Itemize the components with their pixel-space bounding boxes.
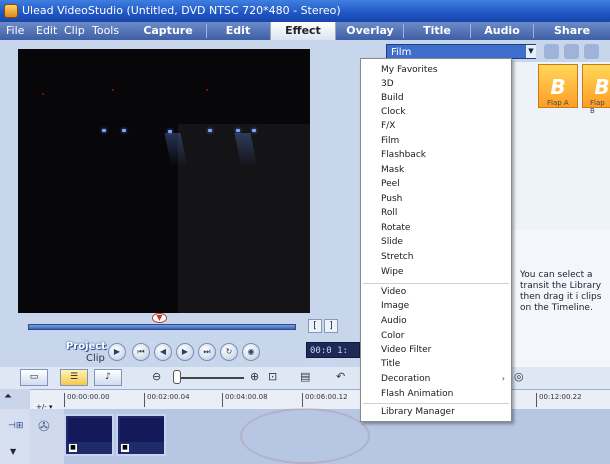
- timeline-clip[interactable]: ■: [116, 414, 166, 456]
- tab-title[interactable]: Title: [404, 22, 470, 40]
- ruler-tick: 00:04:00.08: [222, 393, 268, 407]
- dropdown-item[interactable]: Rotate: [381, 221, 511, 235]
- clip-badge-icon: ■: [69, 444, 77, 452]
- timeline-view-button[interactable]: ☰: [60, 369, 88, 386]
- tab-edit[interactable]: Edit: [207, 22, 269, 40]
- undo-icon[interactable]: ↶: [336, 370, 345, 383]
- dropdown-item[interactable]: Clock: [381, 105, 511, 119]
- zoom-out-icon[interactable]: ⊖: [152, 370, 161, 383]
- dropdown-item[interactable]: Video: [381, 285, 511, 299]
- window-title: Ulead VideoStudio (Untitled, DVD NTSC 72…: [22, 4, 341, 17]
- audio-view-button[interactable]: ♪: [94, 369, 122, 386]
- dropdown-item[interactable]: Color: [381, 329, 511, 343]
- app-icon: [4, 4, 18, 18]
- storyboard-view-button[interactable]: ▭: [20, 369, 48, 386]
- home-button[interactable]: ⏮: [132, 343, 150, 361]
- dropdown-item[interactable]: Roll: [381, 206, 511, 220]
- video-track-icon[interactable]: ⊣⊞: [8, 421, 23, 431]
- dropdown-item[interactable]: My Favorites: [381, 63, 511, 77]
- library-hint-text: You can select a transit the Library the…: [520, 270, 602, 313]
- insert-media-icon[interactable]: ▤: [300, 370, 310, 383]
- ruler-tick: 00:02:00.04: [144, 393, 190, 407]
- dropdown-item[interactable]: Flashback: [381, 148, 511, 162]
- dropdown-item[interactable]: Wipe: [381, 265, 511, 279]
- timeline-ruler[interactable]: 00:00:00.00 00:02:00.04 00:04:00.08 00:0…: [0, 389, 610, 409]
- dropdown-item[interactable]: Slide: [381, 235, 511, 249]
- scroll-up-icon[interactable]: ⏶: [4, 391, 12, 402]
- menu-file[interactable]: File: [6, 22, 24, 40]
- play-button[interactable]: ▶: [108, 343, 126, 361]
- dropdown-item[interactable]: Audio: [381, 314, 511, 328]
- zoom-in-icon[interactable]: ⊕: [250, 370, 259, 383]
- preview-screen: [18, 49, 310, 313]
- ruler-tick: 00:06:00.12: [302, 393, 348, 407]
- view-icon[interactable]: [584, 44, 599, 59]
- ruler-tick: 00:00:00.00: [64, 393, 110, 407]
- dropdown-separator: [363, 283, 509, 284]
- dropdown-item[interactable]: Stretch: [381, 250, 511, 264]
- project-mode-label[interactable]: Project: [66, 341, 106, 352]
- dropdown-item[interactable]: Title: [381, 357, 511, 371]
- dropdown-item[interactable]: Library Manager: [381, 405, 511, 419]
- record-icon[interactable]: ◎: [514, 370, 524, 383]
- zoom-slider[interactable]: [176, 377, 244, 379]
- mark-in-button[interactable]: [: [308, 319, 322, 333]
- track-header: ✇: [30, 409, 64, 464]
- dropdown-item-label: Decoration: [381, 374, 431, 384]
- thumbnail-label: Flap A: [547, 99, 569, 107]
- film-reel-icon: ✇: [38, 419, 50, 435]
- menu-tools[interactable]: Tools: [92, 22, 119, 40]
- mark-out-button[interactable]: ]: [324, 319, 338, 333]
- next-frame-button[interactable]: ▶: [176, 343, 194, 361]
- track-controls: ⊣⊞ ▼: [0, 409, 30, 464]
- dropdown-item[interactable]: Image: [381, 299, 511, 313]
- library-category-value: Film: [391, 47, 412, 58]
- ruler-tick: 00:12:00.22: [536, 393, 582, 407]
- scrub-handle[interactable]: ▼: [152, 313, 167, 323]
- clip-mode-label[interactable]: Clip: [86, 353, 105, 364]
- dropdown-separator: [363, 403, 509, 404]
- tab-effect[interactable]: Effect: [270, 22, 336, 40]
- title-bar: Ulead VideoStudio (Untitled, DVD NTSC 72…: [0, 0, 610, 22]
- previous-frame-button[interactable]: ◀: [154, 343, 172, 361]
- chevron-down-icon[interactable]: ▼: [10, 447, 16, 456]
- import-icon[interactable]: [564, 44, 579, 59]
- tab-overlay[interactable]: Overlay: [337, 22, 403, 40]
- menu-clip[interactable]: Clip: [64, 22, 85, 40]
- fit-icon[interactable]: ⊡: [268, 370, 277, 383]
- menu-bar: File Edit Clip Tools Capture Edit Effect…: [0, 22, 610, 40]
- dropdown-item[interactable]: Video Filter: [381, 343, 511, 357]
- scrub-bar[interactable]: [28, 324, 296, 330]
- dropdown-item[interactable]: Film: [381, 134, 511, 148]
- dropdown-item[interactable]: Peel: [381, 177, 511, 191]
- chevron-right-icon: ›: [501, 374, 505, 383]
- timeline-clip[interactable]: ■: [64, 414, 114, 456]
- app-window: Ulead VideoStudio (Untitled, DVD NTSC 72…: [0, 0, 610, 464]
- tab-share[interactable]: Share: [534, 22, 610, 40]
- chevron-down-icon[interactable]: ▼: [526, 45, 536, 58]
- dropdown-item[interactable]: F/X: [381, 119, 511, 133]
- timeline-toolbar: ▭ ☰ ♪ ⊖ ⊕ ⊡ ▤ ↶ ◎: [0, 367, 610, 389]
- folder-icon[interactable]: [544, 44, 559, 59]
- dropdown-item[interactable]: Mask: [381, 163, 511, 177]
- timecode-display[interactable]: 00:0 1: 8.00: [306, 342, 360, 372]
- watermark-seal: [240, 408, 370, 464]
- clip-badge-icon: ■: [121, 444, 129, 452]
- volume-button[interactable]: ◉: [242, 343, 260, 361]
- dropdown-item[interactable]: Flash Animation: [381, 387, 511, 401]
- dropdown-item[interactable]: Build: [381, 91, 511, 105]
- library-category-select[interactable]: Film ▼: [386, 44, 536, 59]
- tab-capture[interactable]: Capture: [130, 22, 206, 40]
- tab-audio[interactable]: Audio: [471, 22, 533, 40]
- repeat-button[interactable]: ↻: [220, 343, 238, 361]
- ruler-head: ⏶: [0, 389, 30, 409]
- zoom-slider-knob[interactable]: [173, 370, 181, 384]
- dropdown-item-decoration[interactable]: Decoration ›: [381, 372, 511, 386]
- dropdown-item[interactable]: Push: [381, 192, 511, 206]
- end-button[interactable]: ⏭: [198, 343, 216, 361]
- dropdown-item[interactable]: 3D: [381, 77, 511, 91]
- category-dropdown-menu: My Favorites 3D Build Clock F/X Film Fla…: [360, 58, 512, 422]
- thumbnail-label: Flap B: [590, 99, 605, 115]
- menu-edit[interactable]: Edit: [36, 22, 57, 40]
